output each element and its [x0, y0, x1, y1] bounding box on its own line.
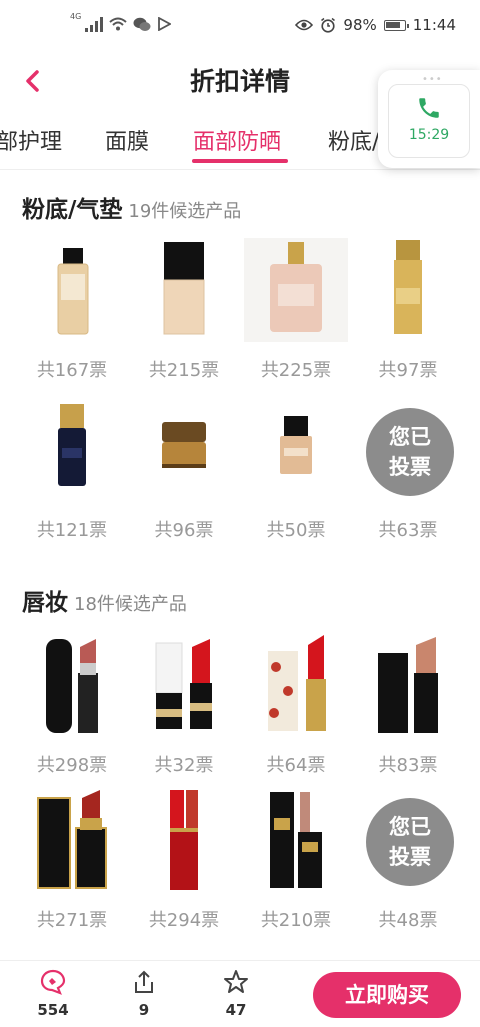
vote-count: 共215票	[148, 360, 220, 381]
battery-icon	[383, 19, 409, 31]
product-card[interactable]: 共96票	[132, 398, 236, 542]
network-type: 4G	[70, 11, 82, 21]
product-card[interactable]: 共97票	[356, 238, 460, 382]
favorite-button[interactable]: 47	[216, 969, 256, 1019]
bottom-action-bar: 554 9 47 立即购买	[0, 960, 480, 1027]
product-image[interactable]	[20, 238, 124, 342]
product-card[interactable]: 共83票	[356, 633, 460, 777]
voted-badge: 您已投票	[366, 798, 454, 886]
vote-count: 共96票	[154, 520, 214, 541]
section-count: 18件候选产品	[74, 594, 187, 615]
product-image[interactable]	[244, 788, 348, 892]
tab-foundation[interactable]: 粉底/	[328, 124, 379, 156]
alarm-icon	[321, 17, 336, 33]
call-widget[interactable]: ••• 15:29	[378, 70, 480, 168]
product-image[interactable]	[132, 633, 236, 737]
tab-masks[interactable]: 面膜	[105, 124, 149, 156]
product-image[interactable]	[20, 398, 124, 502]
share-icon	[135, 970, 153, 993]
product-image[interactable]	[244, 633, 348, 737]
product-card[interactable]: 您已投票 共48票	[356, 788, 460, 932]
call-duration: 15:29	[408, 127, 450, 143]
section-count: 19件候选产品	[128, 201, 242, 222]
product-card[interactable]: 共64票	[244, 633, 348, 777]
product-image[interactable]	[356, 238, 460, 342]
vote-count: 共210票	[260, 910, 332, 931]
status-left: 4G	[70, 12, 172, 32]
product-card[interactable]: 共50票	[244, 398, 348, 542]
product-image[interactable]	[244, 238, 348, 342]
product-card[interactable]: 共294票	[132, 788, 236, 932]
product-card[interactable]: 共225票	[244, 238, 348, 382]
tab-skincare[interactable]: 部护理	[0, 124, 62, 156]
product-card[interactable]: 共298票	[20, 633, 124, 777]
active-tab-indicator	[192, 159, 288, 163]
section-heading: 唇妆	[22, 590, 68, 616]
product-card[interactable]: 共167票	[20, 238, 124, 382]
product-image[interactable]	[244, 398, 348, 502]
vote-count: 共83票	[378, 755, 438, 776]
comment-icon	[40, 969, 66, 995]
section-title-foundation: 粉底/气垫 19件候选产品	[22, 190, 241, 224]
phone-icon	[419, 98, 439, 118]
signal-icon	[85, 16, 104, 32]
vote-count: 共50票	[266, 520, 326, 541]
play-icon	[158, 17, 172, 31]
share-button[interactable]: 9	[124, 969, 164, 1019]
product-card[interactable]: 共121票	[20, 398, 124, 542]
wechat-icon	[133, 17, 151, 31]
product-image[interactable]	[132, 398, 236, 502]
product-card[interactable]: 共215票	[132, 238, 236, 382]
vote-count: 共271票	[36, 910, 108, 931]
section-heading: 粉底/气垫	[22, 197, 123, 223]
buy-now-button[interactable]: 立即购买	[313, 972, 461, 1018]
favorite-count: 47	[225, 1001, 247, 1019]
product-image[interactable]	[20, 633, 124, 737]
product-image[interactable]	[132, 788, 236, 892]
tab-sunscreen[interactable]: 面部防晒	[193, 124, 281, 156]
status-right: 98% 11:44	[295, 16, 456, 34]
vote-count: 共294票	[148, 910, 220, 931]
call-widget-body[interactable]: 15:29	[388, 84, 470, 158]
product-image[interactable]	[20, 788, 124, 892]
product-image[interactable]: 您已投票	[356, 788, 460, 892]
clock: 11:44	[412, 16, 456, 34]
vote-count: 共298票	[36, 755, 108, 776]
product-image[interactable]	[132, 238, 236, 342]
product-card[interactable]: 共210票	[244, 788, 348, 932]
comment-button[interactable]: 554	[33, 969, 73, 1019]
vote-count: 共64票	[266, 755, 326, 776]
product-image[interactable]: 您已投票	[356, 398, 460, 502]
product-card[interactable]: 共32票	[132, 633, 236, 777]
status-bar: 4G 98% 11:44	[0, 0, 480, 56]
voted-badge: 您已投票	[366, 408, 454, 496]
vote-count: 共121票	[36, 520, 108, 541]
section-title-lips: 唇妆 18件候选产品	[22, 583, 187, 617]
vote-count: 共225票	[260, 360, 332, 381]
comment-count: 554	[37, 1001, 69, 1019]
battery-percent: 98%	[343, 16, 377, 34]
share-count: 9	[138, 1001, 150, 1019]
product-card[interactable]: 您已投票 共63票	[356, 398, 460, 542]
eye-icon	[295, 19, 314, 31]
vote-count: 共167票	[36, 360, 108, 381]
product-image[interactable]	[356, 633, 460, 737]
vote-count: 共97票	[378, 360, 438, 381]
product-card[interactable]: 共271票	[20, 788, 124, 932]
vote-count: 共63票	[378, 520, 438, 541]
vote-count: 共48票	[378, 910, 438, 931]
star-icon	[224, 970, 248, 993]
vote-count: 共32票	[154, 755, 214, 776]
wifi-icon	[109, 17, 127, 31]
